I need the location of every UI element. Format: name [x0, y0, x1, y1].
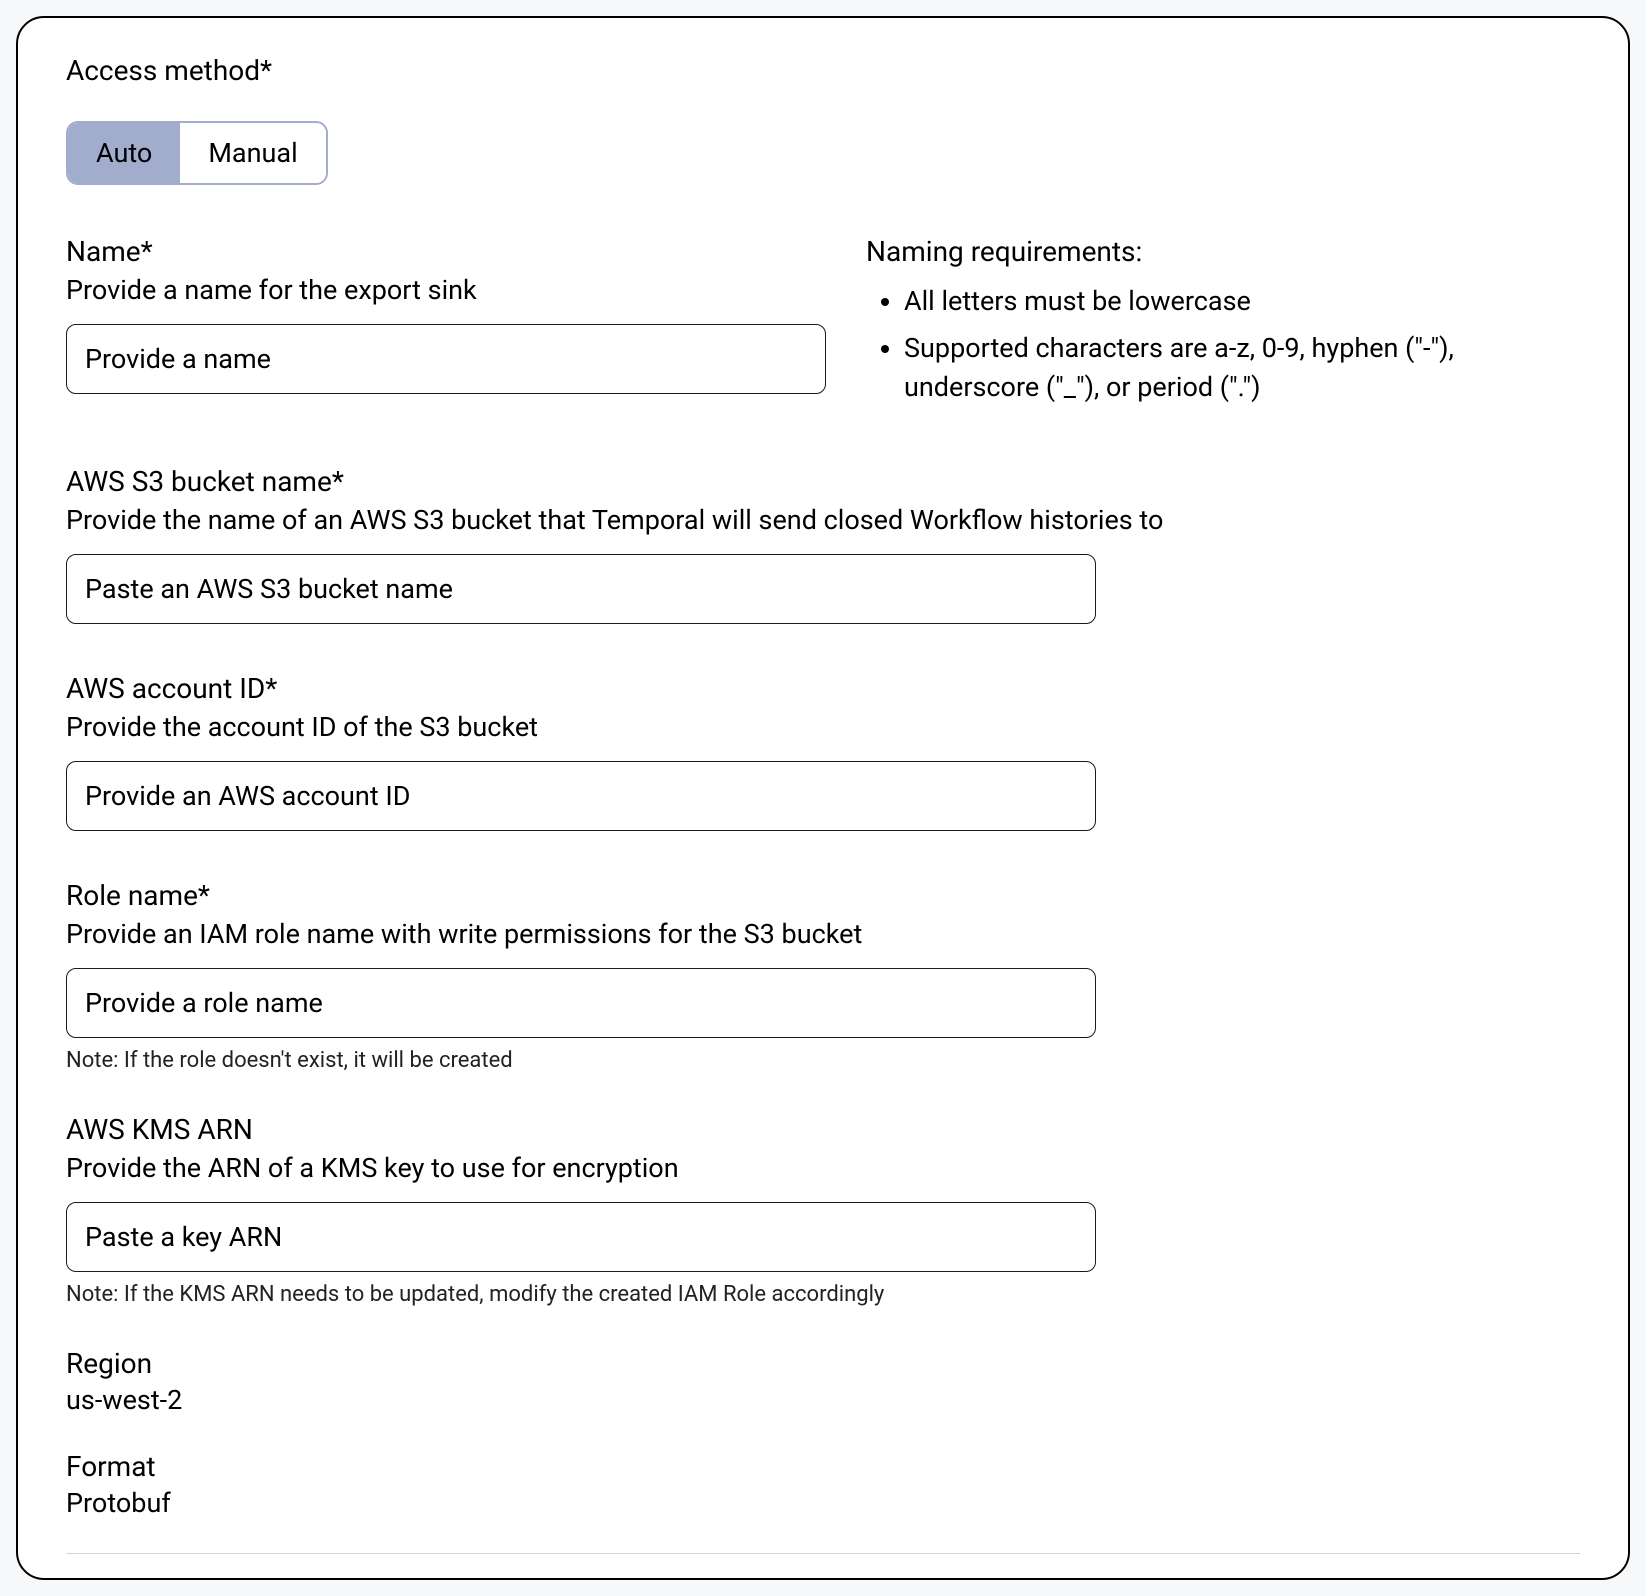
- naming-requirement-item: Supported characters are a-z, 0-9, hyphe…: [904, 329, 1580, 407]
- format-value: Protobuf: [66, 1487, 1580, 1519]
- naming-requirements-list: All letters must be lowercase Supported …: [866, 282, 1580, 407]
- access-method-auto-button[interactable]: Auto: [68, 123, 180, 183]
- kms-arn-desc: Provide the ARN of a KMS key to use for …: [66, 1152, 1580, 1184]
- role-name-desc: Provide an IAM role name with write perm…: [66, 918, 1580, 950]
- access-method-label: Access method*: [66, 54, 1580, 87]
- kms-arn-input[interactable]: [66, 1202, 1096, 1272]
- access-method-manual-button[interactable]: Manual: [180, 123, 325, 183]
- bucket-name-label: AWS S3 bucket name*: [66, 465, 1580, 498]
- region-label: Region: [66, 1347, 1580, 1380]
- role-name-input[interactable]: [66, 968, 1096, 1038]
- account-id-desc: Provide the account ID of the S3 bucket: [66, 711, 1580, 743]
- bucket-name-desc: Provide the name of an AWS S3 bucket tha…: [66, 504, 1580, 536]
- role-name-note: Note: If the role doesn't exist, it will…: [66, 1048, 1580, 1073]
- account-id-label: AWS account ID*: [66, 672, 1580, 705]
- account-id-input[interactable]: [66, 761, 1096, 831]
- name-desc: Provide a name for the export sink: [66, 274, 826, 306]
- naming-requirement-item: All letters must be lowercase: [904, 282, 1580, 321]
- name-input[interactable]: [66, 324, 826, 394]
- region-value: us-west-2: [66, 1384, 1580, 1416]
- kms-arn-label: AWS KMS ARN: [66, 1113, 1580, 1146]
- export-sink-form-card: Access method* Auto Manual Name* Provide…: [16, 16, 1630, 1580]
- naming-requirements-title: Naming requirements:: [866, 235, 1580, 268]
- kms-arn-note: Note: If the KMS ARN needs to be updated…: [66, 1282, 1580, 1307]
- name-label: Name*: [66, 235, 826, 268]
- format-label: Format: [66, 1450, 1580, 1483]
- access-method-toggle: Auto Manual: [66, 121, 328, 185]
- section-divider: [66, 1553, 1580, 1554]
- bucket-name-input[interactable]: [66, 554, 1096, 624]
- role-name-label: Role name*: [66, 879, 1580, 912]
